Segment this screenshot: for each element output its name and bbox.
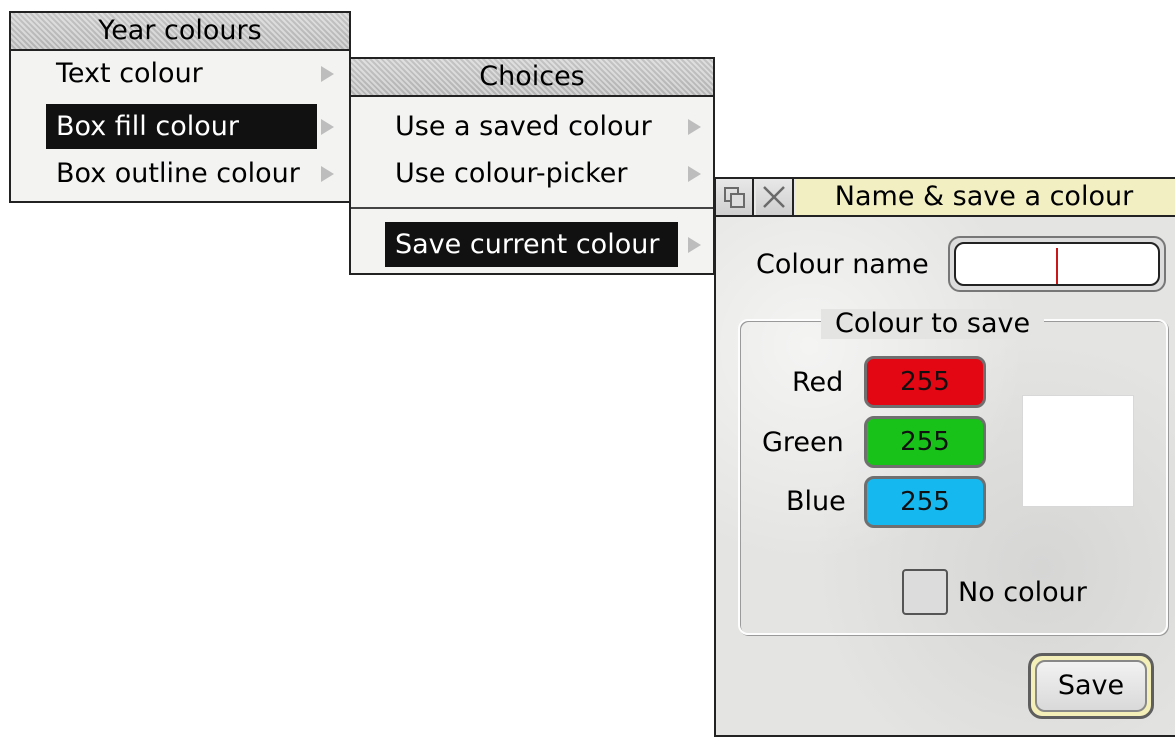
text-caret — [1056, 248, 1058, 284]
back-button[interactable] — [716, 179, 754, 215]
red-value-field[interactable]: 255 — [864, 356, 986, 408]
menu-item-use-colour-picker-label: Use colour-picker — [395, 158, 628, 189]
colour-name-input[interactable] — [954, 242, 1160, 286]
menu-item-box-outline-colour[interactable]: Box outline colour — [46, 151, 326, 196]
choices-menu: Choices Use a saved colour Use colour-pi… — [349, 57, 715, 275]
close-icon — [763, 186, 785, 208]
green-value-field[interactable]: 255 — [864, 416, 986, 468]
submenu-arrow-icon[interactable] — [321, 119, 334, 135]
menu-item-box-fill-colour-label: Box fill colour — [56, 111, 239, 142]
submenu-arrow-icon[interactable] — [321, 66, 334, 82]
colour-to-save-title: Colour to save — [821, 309, 1045, 339]
menu-item-text-colour[interactable]: Text colour — [46, 51, 326, 96]
menu-item-save-current-colour[interactable]: Save current colour — [385, 222, 678, 267]
choices-menu-title[interactable]: Choices — [351, 59, 713, 97]
no-colour-label[interactable]: No colour — [958, 577, 1087, 608]
colour-preview-swatch — [1022, 395, 1134, 507]
menu-item-use-saved-colour[interactable]: Use a saved colour — [385, 104, 685, 149]
close-button[interactable] — [756, 179, 794, 215]
submenu-arrow-icon[interactable] — [688, 237, 701, 253]
save-button[interactable]: Save — [1028, 653, 1154, 719]
year-colours-menu: Year colours Text colour Box fill colour… — [9, 11, 351, 203]
no-colour-checkbox[interactable] — [902, 569, 948, 615]
submenu-arrow-icon[interactable] — [321, 166, 334, 182]
menu-item-use-saved-colour-label: Use a saved colour — [395, 111, 652, 142]
back-icon — [724, 187, 745, 208]
colour-name-label: Colour name — [756, 249, 929, 280]
red-label: Red — [792, 367, 844, 398]
submenu-arrow-icon[interactable] — [688, 119, 701, 135]
save-button-label: Save — [1035, 660, 1147, 712]
blue-value-field[interactable]: 255 — [864, 476, 986, 528]
colour-name-field[interactable] — [948, 236, 1166, 292]
blue-label: Blue — [786, 486, 846, 517]
save-colour-window: Name & save a colour Colour name Colour … — [714, 177, 1175, 737]
menu-item-box-fill-colour[interactable]: Box fill colour — [46, 104, 317, 149]
menu-item-box-outline-colour-label: Box outline colour — [56, 158, 300, 189]
title-bar[interactable]: Name & save a colour — [716, 179, 1175, 217]
green-label: Green — [762, 427, 844, 458]
submenu-arrow-icon[interactable] — [688, 166, 701, 182]
year-colours-menu-title[interactable]: Year colours — [11, 13, 349, 51]
menu-item-save-current-colour-label: Save current colour — [395, 229, 660, 260]
window-title: Name & save a colour — [796, 179, 1175, 215]
menu-item-use-colour-picker[interactable]: Use colour-picker — [385, 151, 685, 196]
menu-item-text-colour-label: Text colour — [56, 58, 203, 89]
menu-separator — [351, 207, 713, 209]
